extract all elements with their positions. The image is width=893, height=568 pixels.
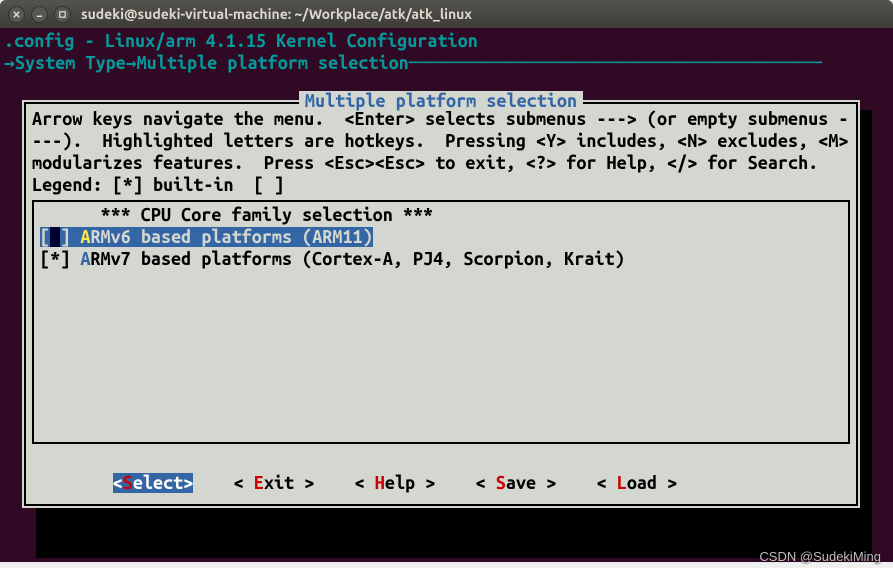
terminal-window: sudeki@sudeki-virtual-machine: ~/Workpla… <box>0 0 893 562</box>
window-controls <box>8 6 71 23</box>
window-titlebar: sudeki@sudeki-virtual-machine: ~/Workpla… <box>0 0 893 28</box>
select-button[interactable]: <Select> <box>113 473 194 493</box>
menuconfig-dialog: Multiple platform selection Arrow keys n… <box>22 100 860 508</box>
window-title: sudeki@sudeki-virtual-machine: ~/Workpla… <box>81 6 472 22</box>
terminal-body[interactable]: .config - Linux/arm 4.1.15 Kernel Config… <box>0 28 893 562</box>
maximize-icon[interactable] <box>54 6 71 23</box>
close-icon[interactable] <box>8 6 25 23</box>
list-item[interactable]: [ ] ARMv6 based platforms (ARM11) <box>40 226 842 248</box>
dialog-help-text: Arrow keys navigate the menu. <Enter> se… <box>32 108 850 196</box>
breadcrumb-rule: ────────────────────────────────────────… <box>409 52 822 74</box>
list-item[interactable]: [*] ARMv7 based platforms (Cortex-A, PJ4… <box>40 248 842 270</box>
watermark: CSDN @SudekiMing <box>759 549 881 564</box>
dialog-frame: Multiple platform selection Arrow keys n… <box>24 102 858 506</box>
list-header: *** CPU Core family selection *** <box>40 204 842 226</box>
arrow-right-icon: → <box>126 52 137 74</box>
button-row: <Select> < Exit > < Help > < Save > < Lo… <box>32 472 850 494</box>
option-list[interactable]: *** CPU Core family selection *** [ ] AR… <box>32 200 850 444</box>
minimize-icon[interactable] <box>31 6 48 23</box>
config-title: .config - Linux/arm 4.1.15 Kernel Config… <box>4 30 889 52</box>
breadcrumb: →System Type →Multiple platform selectio… <box>4 52 889 74</box>
arrow-right-icon: → <box>4 52 15 74</box>
